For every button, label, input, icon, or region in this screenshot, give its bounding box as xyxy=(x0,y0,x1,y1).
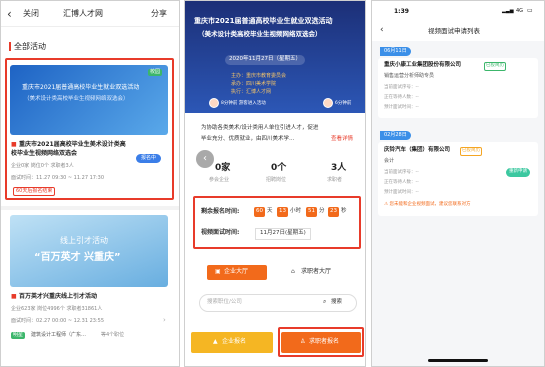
highlight-seeker-signup xyxy=(278,327,364,357)
reapply-button[interactable]: 重新申请 xyxy=(506,168,530,177)
job-title: 销售运营分析师助专员 xyxy=(384,73,435,79)
visitor-feed-right: 6分钟前 xyxy=(335,101,352,106)
hero-title-line2: （美术设计类高校毕业生视频网络双选会） xyxy=(198,30,322,38)
activity-banner-2[interactable]: 线上引才活动 “百万英才 兴重庆” xyxy=(10,215,168,287)
search-input[interactable]: 搜索职位/公司 xyxy=(207,299,242,306)
intro-more-link[interactable]: 查看详情 xyxy=(331,136,353,143)
stat-jobs-label: 招聘岗位 xyxy=(266,177,287,183)
expected-time: 预计面试时间：-- xyxy=(384,105,419,110)
visitor-avatar-left xyxy=(209,98,219,108)
countdown-days: 60 xyxy=(254,207,265,217)
status-tag: 已投简历 xyxy=(484,62,506,71)
carousel-prev-button[interactable]: ‹ xyxy=(196,150,214,168)
hero-host: 主办：重庆市教育委员会 xyxy=(231,73,287,79)
stat-companies-label: 参会企业 xyxy=(209,177,230,183)
countdown-hours: 13 xyxy=(277,207,288,217)
countdown-days-unit: 天 xyxy=(267,208,273,214)
share-button[interactable]: 分享 xyxy=(151,10,167,18)
intro-line2: 毕业充分、优质就业，由四川美术学… xyxy=(201,136,295,142)
job-title: 会计 xyxy=(384,158,395,164)
waiting-count: 正在等待人数：-- xyxy=(384,180,419,185)
visitor-avatar-right xyxy=(323,98,333,108)
countdown-seconds: 23 xyxy=(328,207,339,217)
countdown-label: 剩余报名时间: xyxy=(201,208,240,215)
phone-interview-list: 1:39 ▂▃▅ 4G ▭ ‹ 视频面试申请列表 06月11日 重庆小康工业集团… xyxy=(371,0,545,367)
status-time: 1:39 xyxy=(394,8,409,15)
card2-title[interactable]: 百万英才兴重庆线上引才活动 xyxy=(19,294,97,300)
signal-icon: ▂▃▅ xyxy=(502,8,514,14)
banner2-line1: 线上引才活动 xyxy=(60,236,108,245)
company-signup-icon: ▲ xyxy=(213,338,218,345)
search-icon: ⌕ xyxy=(323,298,327,305)
detail-hero-banner: 重庆市2021届普通高校毕业生就业双选活动 （美术设计类高校毕业生视频网络双选会… xyxy=(185,1,365,113)
warning-note: ⚠ 您未能和企业视频面试，建议您联系对方 xyxy=(384,202,471,207)
top-nav-bar: ‹ 关闭 汇博人才网 分享 xyxy=(1,1,179,27)
home-indicator xyxy=(428,359,488,362)
phone-activity-list: ‹ 关闭 汇博人才网 分享 全部活动 重庆市2021届普通高校毕业生就业双选活动… xyxy=(0,0,180,367)
highlight-card-1 xyxy=(5,58,174,200)
stat-jobs-value: 0个 xyxy=(271,163,287,173)
section-title: 全部活动 xyxy=(14,42,46,51)
hero-organizer: 承办：四川美术学院 xyxy=(231,81,277,87)
company-signup-label[interactable]: 企业报名 xyxy=(222,339,246,345)
close-button[interactable]: 关闭 xyxy=(23,10,39,18)
waiting-count: 正在等待人数：-- xyxy=(384,95,419,100)
search-button[interactable]: 搜索 xyxy=(331,299,342,306)
stat-companies-value: 0家 xyxy=(215,163,231,173)
banner2-line2: “百万英才 兴重庆” xyxy=(34,252,121,263)
status-tag: 已投简历 xyxy=(460,147,482,156)
highlight-countdown xyxy=(193,196,361,249)
card2-more[interactable]: 等4个职位 xyxy=(101,333,124,338)
back-chevron-icon[interactable]: ‹ xyxy=(7,8,12,20)
battery-icon: ▭ xyxy=(527,7,533,14)
hero-executor: 执行：汇博人才网 xyxy=(231,89,272,95)
countdown-seconds-unit: 秒 xyxy=(341,208,347,214)
hero-title-line1: 重庆市2021届普通高校毕业生就业双选活动 xyxy=(194,17,333,25)
date-badge: 02月28日 xyxy=(380,131,411,140)
countdown-hours-unit: 小时 xyxy=(290,208,302,214)
page-title: 视频面试申请列表 xyxy=(428,27,480,35)
tab-seeker-icon: ⌂ xyxy=(291,268,295,275)
section-marker xyxy=(9,42,11,51)
tab-company-label[interactable]: 企业大厅 xyxy=(224,269,248,275)
company-name: 重庆小康工业集团股份有限公司 xyxy=(384,62,462,68)
interview-time-label: 视频面试时间: xyxy=(201,229,240,236)
visitor-feed-left: 8分钟前 游客进入活动 xyxy=(221,101,266,106)
network-type: 4G xyxy=(516,8,524,14)
interview-date: 11月27日(星期五) xyxy=(255,228,311,240)
expected-time: 预计面试时间：-- xyxy=(384,190,419,195)
hero-date: 2020年11月27日（星期五） xyxy=(225,55,305,65)
card2-interview-time: 面试时间：02.27 00:00 ~ 12.31 23:55 xyxy=(11,318,104,324)
stat-seekers-value: 3人 xyxy=(331,163,347,173)
queue-number: 当前面试序号：-- xyxy=(384,170,419,175)
countdown-minutes-unit: 分 xyxy=(319,208,325,214)
video-icon-2: ■ xyxy=(11,293,17,300)
queue-number: 当前面试序号：-- xyxy=(384,85,419,90)
page-title: 汇博人才网 xyxy=(63,9,103,18)
card2-company: 建筑设计工程师（广东… xyxy=(31,332,87,338)
intro-line1: 为协助各类美术/设计类用人单位引进人才，促进 xyxy=(201,125,319,131)
card2-star-badge: 明星 xyxy=(11,332,26,339)
card2-stats: 企业623家 岗位4996个 求职者31861人 xyxy=(11,306,103,312)
date-badge: 06月11日 xyxy=(380,47,411,56)
phone-activity-detail: 重庆市2021届普通高校毕业生就业双选活动 （美术设计类高校毕业生视频网络双选会… xyxy=(184,0,366,367)
stat-seekers-label: 求职者 xyxy=(327,177,343,183)
company-name: 庆铃汽车（集团）有限公司 xyxy=(384,147,451,153)
tab-company-icon: ▣ xyxy=(215,268,221,275)
chevron-right-icon[interactable]: › xyxy=(163,317,166,324)
tab-seeker-label[interactable]: 求职者大厅 xyxy=(301,269,331,275)
divider xyxy=(1,206,179,210)
countdown-minutes: 51 xyxy=(306,207,317,217)
back-icon[interactable]: ‹ xyxy=(380,26,384,35)
